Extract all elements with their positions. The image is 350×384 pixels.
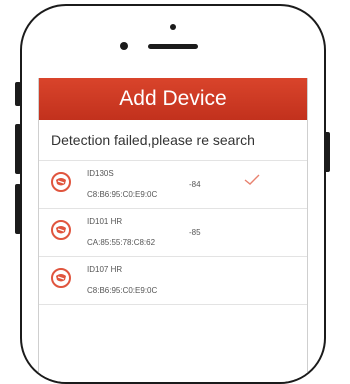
page-title: Add Device <box>119 87 227 110</box>
device-mac: C8:B6:95:C0:E9:0C <box>87 286 158 295</box>
device-row[interactable]: ID107 HR C8:B6:95:C0:E9:0C <box>39 257 307 305</box>
device-icon <box>51 220 71 240</box>
front-camera <box>120 42 128 50</box>
device-signal: -84 <box>189 180 201 189</box>
device-signal: -85 <box>189 228 201 237</box>
device-mac: C8:B6:95:C0:E9:0C <box>87 190 158 199</box>
device-icon <box>51 172 71 192</box>
device-icon <box>51 268 71 288</box>
device-row[interactable]: ID101 HR CA:85:55:78:C8:62 -85 <box>39 209 307 257</box>
earpiece-speaker <box>148 44 198 49</box>
header-bar: Add Device <box>39 78 307 120</box>
device-name: ID130S <box>87 169 114 178</box>
checkmark-icon <box>244 173 260 191</box>
device-name: ID101 HR <box>87 217 123 226</box>
status-message: Detection failed,please re search <box>51 132 255 148</box>
app-screen: Add Device Detection failed,please re se… <box>38 78 308 382</box>
device-row[interactable]: ID130S C8:B6:95:C0:E9:0C -84 <box>39 161 307 209</box>
device-mac: CA:85:55:78:C8:62 <box>87 238 156 247</box>
device-name: ID107 HR <box>87 265 123 274</box>
phone-frame: Add Device Detection failed,please re se… <box>20 4 326 384</box>
proximity-sensor <box>170 24 176 30</box>
detection-status: Detection failed,please re search <box>39 120 307 161</box>
